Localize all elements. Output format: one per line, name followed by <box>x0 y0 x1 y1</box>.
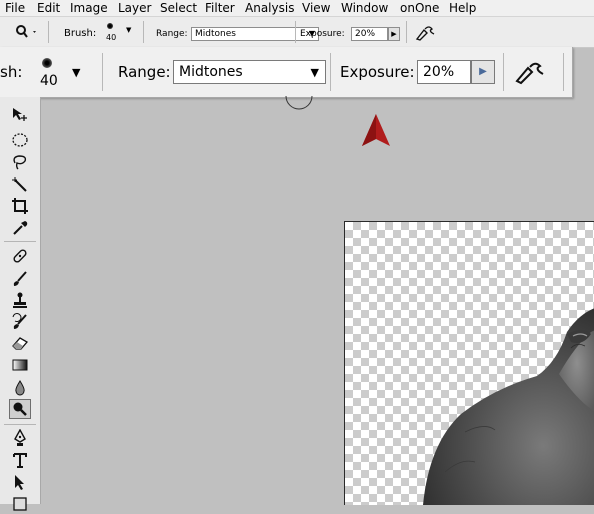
photo-layer <box>423 308 594 505</box>
separator <box>563 53 564 91</box>
options-bar: Brush: 40 ▼ Range: Midtones ▼ Exposure: … <box>0 17 594 48</box>
chevron-right-icon: ▶ <box>391 30 397 38</box>
annotation-arrow-icon <box>362 114 390 146</box>
eyedropper-tool-icon[interactable] <box>9 218 31 238</box>
gradient-tool-icon[interactable] <box>9 355 31 375</box>
range-label-zoomed: Range: <box>118 63 171 81</box>
eraser-tool-icon[interactable] <box>9 333 31 353</box>
exposure-field[interactable]: 20% <box>351 27 388 41</box>
menu-file[interactable]: File <box>5 1 25 15</box>
brush-tip-icon <box>107 23 113 29</box>
range-value: Midtones <box>195 29 236 39</box>
separator <box>48 21 49 43</box>
separator <box>143 21 144 43</box>
zoomed-options-bar: sh: 40 ▼ Range: Midtones ▼ Exposure: 20%… <box>0 47 573 98</box>
separator <box>102 53 103 91</box>
brush-label: Brush: <box>64 28 97 39</box>
chevron-down-icon: ▼ <box>126 26 132 34</box>
marquee-tool-icon[interactable] <box>9 130 31 150</box>
healing-brush-tool-icon[interactable] <box>9 246 31 266</box>
pen-tool-icon[interactable] <box>9 428 31 448</box>
menu-bar: File Edit Image Layer Select Filter Anal… <box>0 0 594 17</box>
menu-filter[interactable]: Filter <box>205 1 235 15</box>
chevron-down-icon: ▼ <box>310 66 319 79</box>
menu-layer[interactable]: Layer <box>118 1 151 15</box>
blur-tool-icon[interactable] <box>9 378 31 398</box>
lasso-tool-icon[interactable] <box>9 152 31 172</box>
toolbox <box>0 97 41 511</box>
type-tool-icon[interactable] <box>9 450 31 470</box>
move-tool-icon[interactable] <box>9 105 31 125</box>
menu-image[interactable]: Image <box>70 1 108 15</box>
chevron-down-icon: ▼ <box>72 66 81 79</box>
range-value-zoomed: Midtones <box>179 64 243 80</box>
exposure-label: Exposure: <box>300 29 345 39</box>
toolbox-separator <box>4 424 36 425</box>
crop-tool-icon[interactable] <box>9 196 31 216</box>
exposure-field-zoomed[interactable]: 20% <box>417 60 471 84</box>
separator <box>330 53 331 91</box>
brush-size-small: 40 <box>106 33 117 42</box>
menu-edit[interactable]: Edit <box>37 1 60 15</box>
separator <box>406 21 407 43</box>
airbrush-icon[interactable] <box>513 59 549 88</box>
exposure-label-zoomed: Exposure: <box>340 63 415 81</box>
dodge-burn-tool-icon[interactable] <box>9 399 31 419</box>
exposure-slider-button[interactable]: ▶ <box>388 27 400 41</box>
menu-help[interactable]: Help <box>449 1 476 15</box>
history-brush-tool-icon[interactable] <box>9 312 31 332</box>
path-selection-tool-icon[interactable] <box>9 472 31 492</box>
magic-wand-tool-icon[interactable] <box>9 175 31 195</box>
document-canvas[interactable] <box>344 221 594 505</box>
menu-analysis[interactable]: Analysis <box>245 1 294 15</box>
brush-label-zoomed: sh: <box>0 63 23 81</box>
exposure-slider-button-zoomed[interactable]: ▶ <box>471 60 495 84</box>
menu-select[interactable]: Select <box>160 1 197 15</box>
menu-view[interactable]: View <box>302 1 330 15</box>
clone-stamp-tool-icon[interactable] <box>9 290 31 310</box>
airbrush-icon[interactable] <box>414 24 438 45</box>
brush-cursor-icon <box>285 95 313 110</box>
separator <box>295 21 296 43</box>
brush-tool-icon[interactable] <box>9 269 31 289</box>
brush-tip-icon <box>42 58 52 68</box>
separator <box>503 53 504 91</box>
dodge-tool-preset-icon[interactable] <box>14 24 40 43</box>
menu-onone[interactable]: onOne <box>400 1 439 15</box>
menu-window[interactable]: Window <box>341 1 388 15</box>
chevron-right-icon: ▶ <box>479 66 487 77</box>
brush-preset-picker[interactable]: 40 ▼ <box>102 22 136 46</box>
toolbox-separator <box>4 241 36 242</box>
brush-size-zoomed: 40 <box>40 73 58 89</box>
range-select-zoomed[interactable]: Midtones ▼ <box>173 60 326 84</box>
shape-tool-icon[interactable] <box>9 494 31 514</box>
range-label: Range: <box>156 29 188 39</box>
brush-preset-picker-zoomed[interactable]: 40 ▼ <box>34 53 90 93</box>
